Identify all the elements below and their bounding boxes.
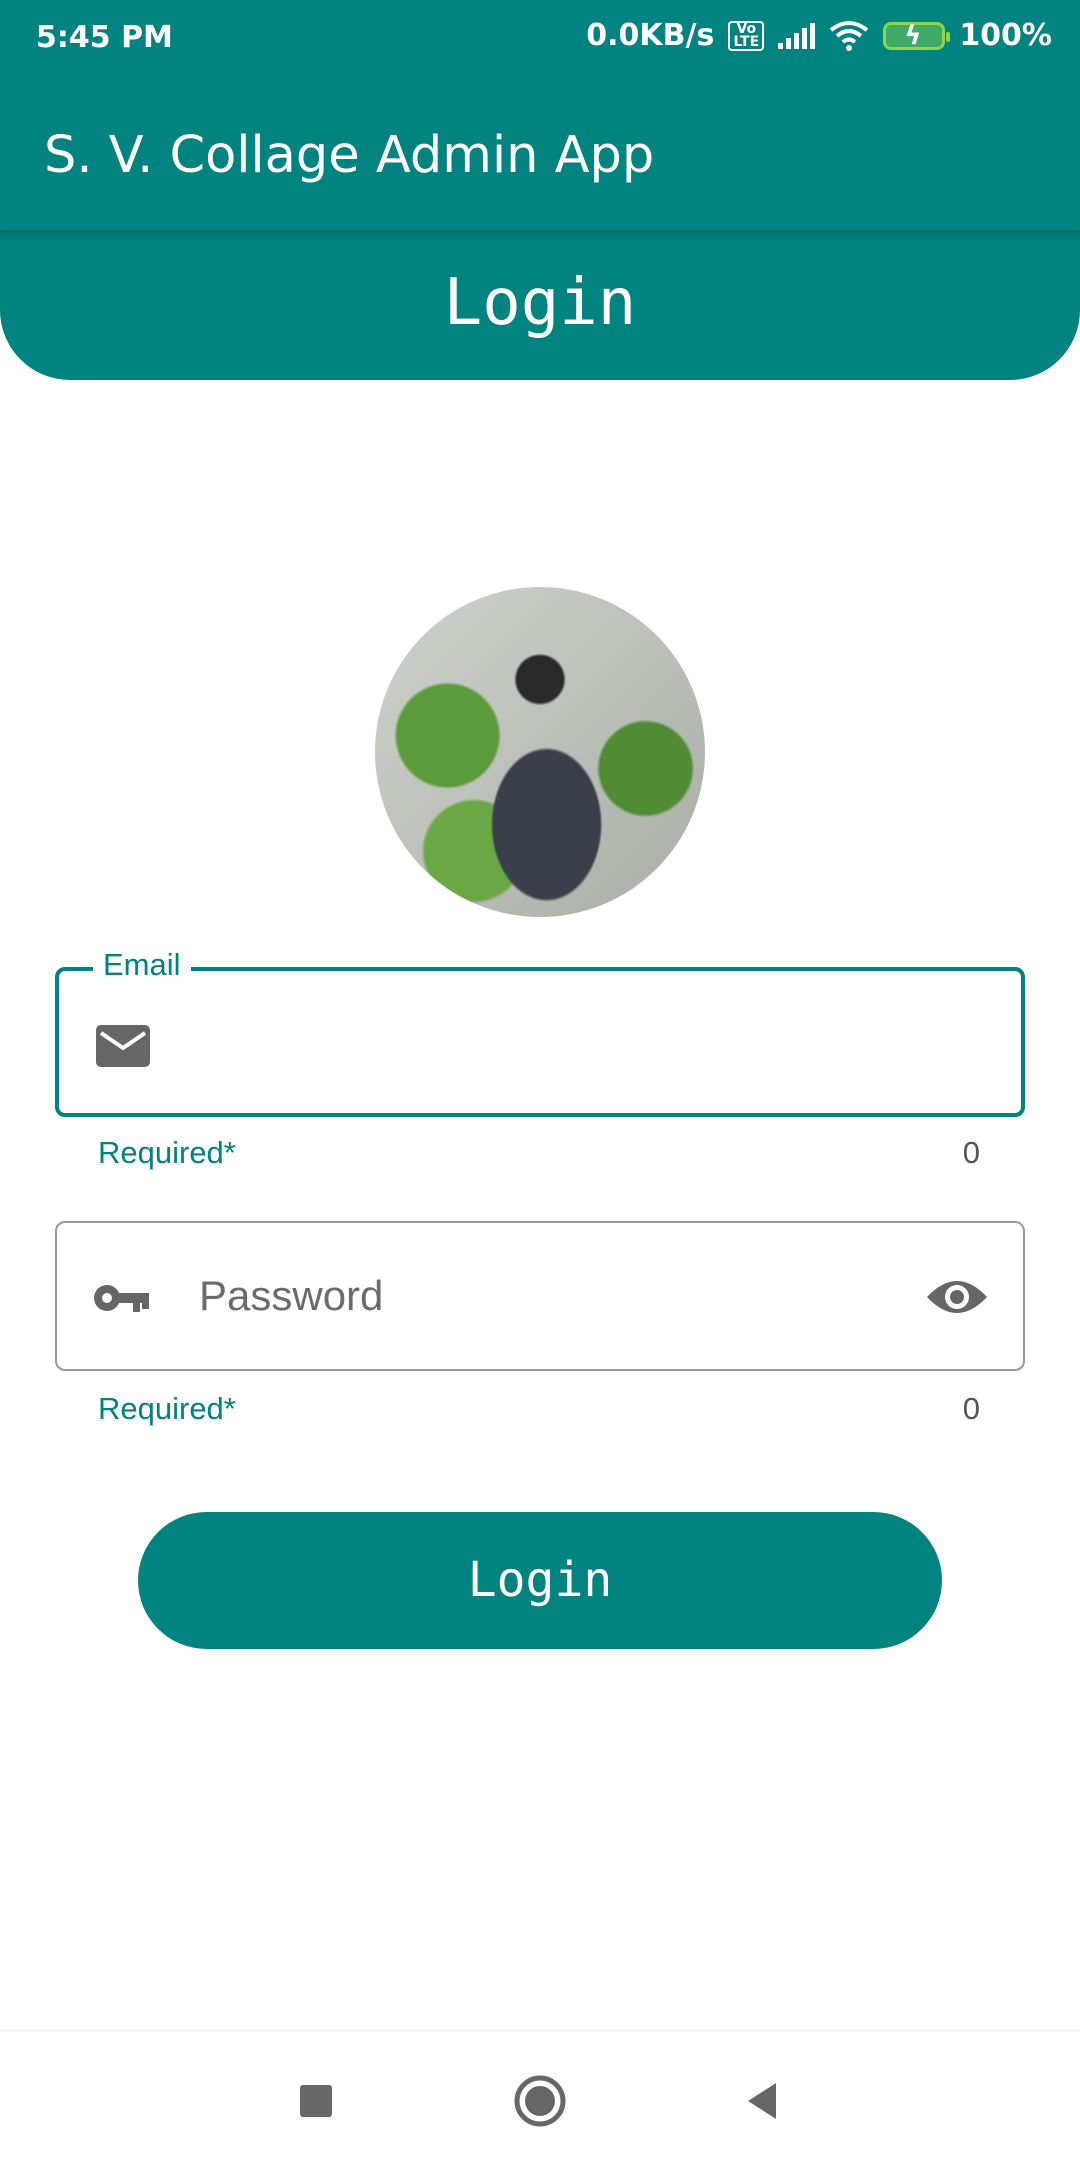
recents-icon[interactable] <box>286 2071 346 2131</box>
avatar <box>375 587 705 917</box>
status-bar: 5:45 PM 0.0KB/s Vo LTE ϟ 100% <box>0 0 1080 76</box>
network-speed: 0.0KB/s <box>586 18 715 53</box>
banner-title: Login <box>443 266 637 340</box>
password-input[interactable] <box>197 1265 901 1327</box>
home-icon[interactable] <box>510 2071 570 2131</box>
email-char-counter: 0 <box>962 1135 980 1170</box>
login-button[interactable]: Login <box>138 1512 942 1649</box>
volte-icon: Vo LTE <box>728 20 765 51</box>
email-field[interactable]: Email <box>55 947 1025 1117</box>
back-icon[interactable] <box>732 2071 792 2131</box>
password-helper-text: Required* <box>98 1391 236 1426</box>
password-field[interactable] <box>55 1221 1025 1371</box>
navigation-bar <box>0 2030 1080 2161</box>
app-title: S. V. Collage Admin App <box>44 126 655 185</box>
email-input[interactable] <box>199 1013 903 1075</box>
login-button-label: Login <box>467 1552 613 1608</box>
status-time: 5:45 PM <box>36 20 173 55</box>
email-helper-text: Required* <box>98 1135 236 1170</box>
battery-percent: 100% <box>959 18 1052 53</box>
mail-icon <box>96 1025 150 1067</box>
wifi-icon <box>830 20 869 51</box>
key-icon <box>94 1285 149 1312</box>
password-char-counter: 0 <box>962 1391 980 1426</box>
battery-charging-icon: ϟ <box>883 21 951 51</box>
signal-icon <box>778 22 816 49</box>
app-bar: S. V. Collage Admin App <box>0 76 1080 230</box>
email-field-label: Email <box>93 947 191 983</box>
eye-icon[interactable] <box>925 1271 989 1323</box>
login-banner: Login <box>0 230 1080 380</box>
status-indicators: 0.0KB/s Vo LTE ϟ 100% <box>586 18 1052 53</box>
